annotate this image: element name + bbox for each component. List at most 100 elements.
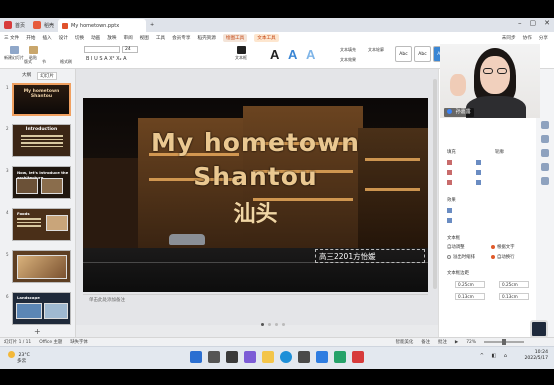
slide-subtitle-textbox[interactable]: 高三2201方怡媛 — [315, 249, 425, 263]
shield-icon[interactable] — [541, 163, 549, 171]
store-icon[interactable] — [298, 351, 310, 363]
system-tray-icons[interactable]: ^ ◧ ⌂ — [480, 353, 510, 359]
fill-option-icon[interactable] — [447, 159, 454, 165]
menu-tools[interactable]: 工具 — [156, 35, 165, 41]
fullscreen-button[interactable] — [530, 320, 548, 338]
tab-document[interactable]: My hometown.pptx — [58, 19, 147, 33]
slide-thumb-6[interactable]: Landscape — [12, 292, 71, 325]
margin-bottom-input[interactable]: 0.13cm — [499, 293, 529, 300]
slide-thumb-row[interactable]: 3 Now, let's introduce the architecture — [0, 166, 76, 200]
clock[interactable]: 10:24 2022/5/17 — [524, 350, 548, 362]
wordart-style-2[interactable]: A — [288, 47, 297, 62]
comments-toggle[interactable]: 批注 — [438, 339, 447, 345]
autofit-option-fit-text[interactable]: 根据文字 — [491, 244, 515, 250]
tab-outline[interactable]: 大纲 — [22, 72, 31, 80]
smart-beautify-button[interactable]: 智能美化 — [396, 339, 414, 345]
notes-area[interactable]: 单击此处添加备注 — [83, 296, 428, 306]
sync-status[interactable]: 未同步 — [502, 35, 516, 41]
slide-thumb-2[interactable]: Introduction — [12, 124, 71, 157]
menu-text-tools[interactable]: 文本工具 — [254, 33, 279, 42]
section-button[interactable]: 节 — [42, 59, 46, 65]
shape-style-2[interactable]: Abc — [414, 46, 431, 62]
task-view-icon[interactable] — [226, 351, 238, 363]
menu-view[interactable]: 视图 — [140, 35, 149, 41]
effect-option-icon[interactable] — [447, 217, 454, 223]
minimize-icon[interactable]: – — [518, 19, 522, 27]
margin-top-input[interactable]: 0.13cm — [455, 293, 485, 300]
share-button[interactable]: 分享 — [539, 35, 548, 41]
slide-title-line1[interactable]: My hometown — [83, 128, 428, 157]
slide-thumb-1[interactable]: My hometown Shantou — [12, 83, 71, 116]
wps-icon[interactable] — [352, 351, 364, 363]
slide-thumb-5[interactable] — [12, 250, 71, 283]
select-icon[interactable] — [541, 121, 549, 129]
new-slide-button[interactable]: 新建幻灯片 — [4, 46, 24, 61]
fill-option-icon[interactable] — [476, 179, 483, 185]
menu-resources[interactable]: 稻壳资源 — [197, 35, 215, 41]
font-name-select[interactable] — [84, 46, 120, 53]
textbox-button[interactable]: 文本框 — [232, 46, 250, 61]
wordart-style-1[interactable]: A — [270, 47, 279, 62]
menu-file[interactable]: 三 文件 — [4, 35, 19, 41]
tab-slides[interactable]: 幻灯片 — [37, 72, 57, 80]
slide-title-line2[interactable]: Shantou — [83, 162, 428, 191]
settings-icon[interactable] — [541, 149, 549, 157]
effect-option-icon[interactable] — [447, 207, 454, 213]
slide-thumb-row[interactable]: 5 — [0, 250, 76, 284]
star-icon[interactable] — [541, 135, 549, 143]
edge-icon[interactable] — [280, 351, 292, 363]
add-slide-button[interactable]: + — [34, 327, 41, 336]
format-painter-button[interactable]: 格式刷 — [60, 59, 72, 65]
start-icon[interactable] — [190, 351, 202, 363]
menu-transition[interactable]: 切换 — [75, 35, 84, 41]
zoom-slider-knob[interactable] — [502, 339, 506, 345]
fill-option-icon[interactable] — [447, 169, 454, 175]
zoom-slider[interactable] — [484, 339, 524, 345]
fill-option-icon[interactable] — [447, 179, 454, 185]
tab-docer[interactable]: 稻壳 — [29, 19, 58, 31]
wordart-style-3[interactable]: A — [306, 47, 315, 62]
play-icon[interactable]: ▶ — [455, 340, 458, 345]
menu-review[interactable]: 审阅 — [123, 35, 132, 41]
menu-start[interactable]: 开始 — [26, 35, 35, 41]
slide-thumb-row[interactable]: 4 Foods — [0, 208, 76, 242]
text-outline-button[interactable]: 文本轮廓 — [368, 47, 384, 53]
collab-button[interactable]: 协作 — [523, 35, 532, 41]
app-icon[interactable] — [334, 351, 346, 363]
menu-design[interactable]: 设计 — [59, 35, 68, 41]
menu-drawing-tools[interactable]: 绘图工具 — [222, 33, 248, 42]
menu-animation[interactable]: 动画 — [91, 35, 100, 41]
slide-thumb-row[interactable]: 1 My hometown Shantou — [0, 83, 76, 117]
folder-icon[interactable] — [262, 351, 274, 363]
shape-style-1[interactable]: Abc — [395, 46, 412, 62]
current-slide[interactable]: My hometown Shantou 汕头 高三2201方怡媛 — [83, 98, 428, 292]
tab-home[interactable]: 首页 — [0, 19, 29, 31]
slide-thumb-4[interactable]: Foods — [12, 208, 71, 241]
search-icon[interactable] — [208, 351, 220, 363]
menu-insert[interactable]: 插入 — [42, 35, 51, 41]
layout-button[interactable]: 版式 — [24, 59, 32, 65]
menu-slideshow[interactable]: 放映 — [107, 35, 116, 41]
format-buttons[interactable]: B I U S A X² X₂ A — [86, 56, 127, 62]
fill-option-icon[interactable] — [476, 159, 483, 165]
slide-thumb-row[interactable]: 6 Landscape — [0, 292, 76, 326]
slide-thumb-3[interactable]: Now, let's introduce the architecture — [12, 166, 71, 199]
more-icon[interactable] — [541, 177, 549, 185]
menu-member[interactable]: 会员专享 — [172, 35, 190, 41]
margin-right-input[interactable]: 0.25cm — [499, 281, 529, 288]
text-fill-button[interactable]: 文本填充 — [340, 47, 356, 53]
text-effect-button[interactable]: 文本效果 — [340, 57, 356, 63]
maximize-icon[interactable]: ▢ — [530, 19, 537, 27]
slide-title-chinese[interactable]: 汕头 — [83, 196, 428, 228]
font-size-select[interactable]: 24 — [122, 46, 138, 53]
fill-option-icon[interactable] — [476, 169, 483, 175]
chat-icon[interactable] — [244, 351, 256, 363]
close-icon[interactable]: ✕ — [544, 19, 550, 27]
new-tab-button[interactable]: + — [146, 19, 158, 31]
notes-toggle[interactable]: 备注 — [421, 339, 430, 345]
slide-thumb-row[interactable]: 2 Introduction — [0, 124, 76, 158]
missing-font-button[interactable]: 缺失字体 — [70, 339, 88, 345]
canvas-scrollbar[interactable] — [433, 79, 437, 289]
autofit-option-shrink[interactable]: 溢出时缩排 — [447, 254, 475, 260]
margin-left-input[interactable]: 0.25cm — [455, 281, 485, 288]
